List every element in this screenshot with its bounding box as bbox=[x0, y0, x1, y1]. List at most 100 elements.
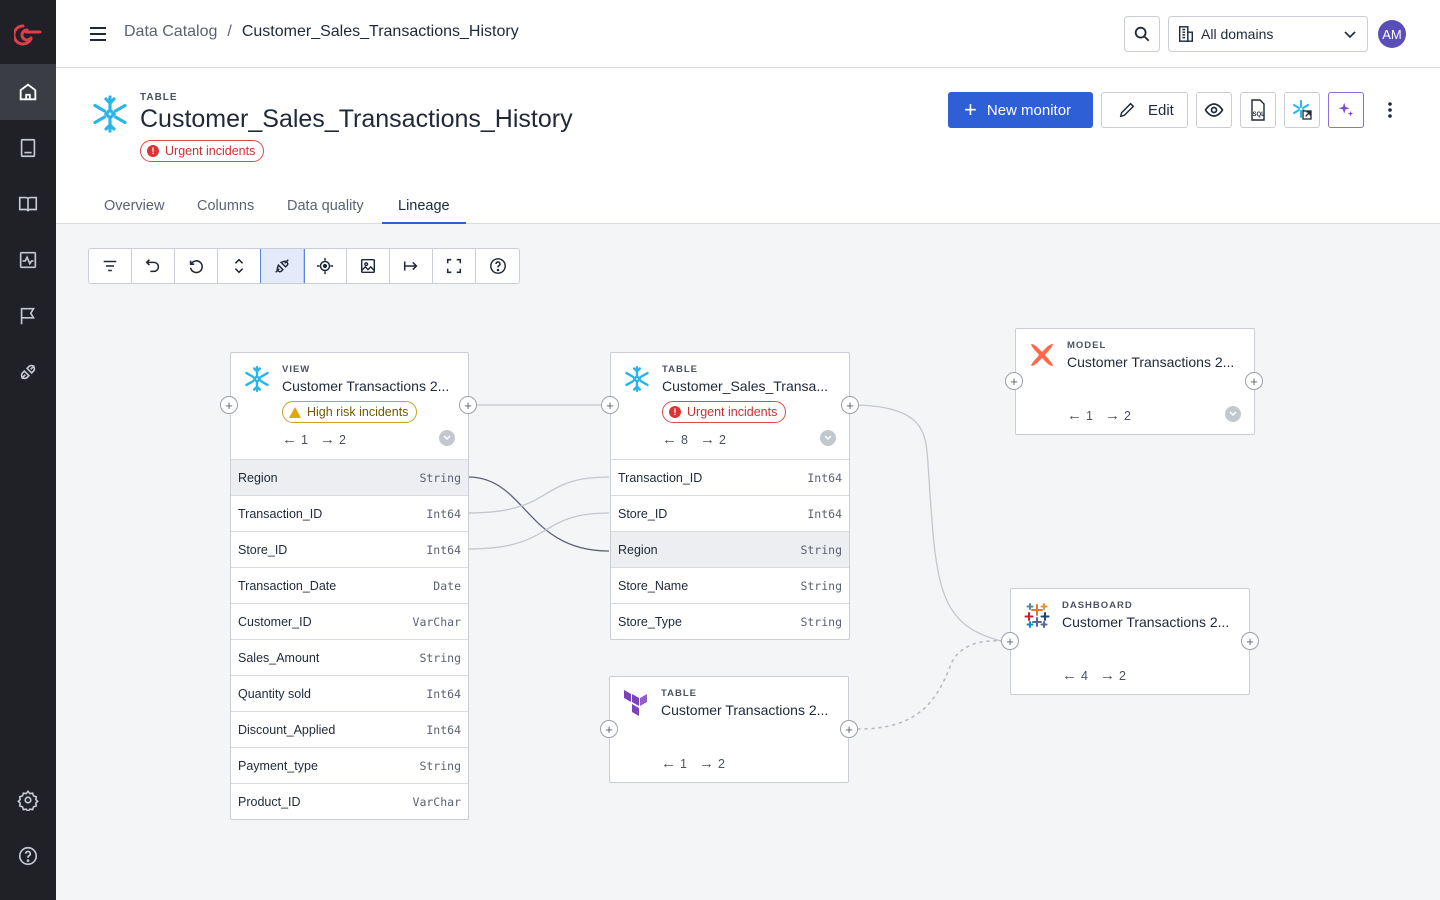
column-row[interactable]: Store_Name String bbox=[611, 567, 849, 603]
breadcrumb-root[interactable]: Data Catalog bbox=[124, 23, 217, 40]
direction-button[interactable] bbox=[390, 249, 433, 283]
sidebar-item-incidents[interactable] bbox=[0, 288, 56, 344]
downstream-count[interactable]: → 2 bbox=[1105, 407, 1131, 424]
downstream-count[interactable]: → 2 bbox=[320, 431, 346, 448]
home-icon bbox=[19, 83, 37, 101]
column-row[interactable]: Store_Type String bbox=[611, 603, 849, 639]
sql-button[interactable]: SQL bbox=[1240, 92, 1276, 128]
column-row[interactable]: Discount_Applied Int64 bbox=[231, 711, 468, 747]
sidebar-item-integrations[interactable] bbox=[0, 344, 56, 400]
image-export-button[interactable] bbox=[347, 249, 390, 283]
tab-lineage[interactable]: Lineage bbox=[382, 190, 466, 224]
chevron-down-icon[interactable] bbox=[1225, 406, 1241, 422]
open-in-snowflake-button[interactable] bbox=[1284, 92, 1320, 128]
urgent-incidents-badge[interactable]: ! Urgent incidents bbox=[662, 401, 787, 423]
lineage-node-model[interactable]: MODEL Customer Transactions 2... ← 1 → 2 bbox=[1015, 328, 1255, 435]
lineage-node-view[interactable]: VIEW Customer Transactions 2... High ris… bbox=[230, 352, 469, 820]
expand-downstream-button[interactable]: + bbox=[841, 396, 859, 414]
sidebar bbox=[0, 0, 56, 900]
downstream-count[interactable]: → 2 bbox=[699, 755, 725, 772]
expand-downstream-button[interactable]: + bbox=[840, 720, 858, 738]
focus-button[interactable] bbox=[304, 249, 347, 283]
direction-icon bbox=[403, 261, 418, 271]
sidebar-item-help[interactable] bbox=[0, 828, 56, 884]
reset-button[interactable] bbox=[175, 249, 218, 283]
tableau-icon bbox=[1024, 603, 1050, 628]
column-row[interactable]: Transaction_ID Int64 bbox=[231, 495, 468, 531]
more-options-icon[interactable] bbox=[1380, 98, 1400, 122]
menu-icon[interactable] bbox=[88, 24, 108, 44]
expand-upstream-button[interactable]: + bbox=[1005, 372, 1023, 390]
expand-upstream-button[interactable]: + bbox=[220, 396, 238, 414]
sidebar-item-settings[interactable] bbox=[0, 772, 56, 828]
expand-upstream-button[interactable]: + bbox=[1001, 632, 1019, 650]
node-counts: ← 1 → 2 bbox=[282, 431, 346, 448]
column-type: VarChar bbox=[412, 614, 461, 629]
arrow-right-icon: → bbox=[1099, 667, 1115, 684]
expand-downstream-button[interactable]: + bbox=[459, 396, 477, 414]
column-row[interactable]: Store_ID Int64 bbox=[231, 531, 468, 567]
column-name: Payment_type bbox=[238, 758, 318, 773]
search-icon bbox=[1134, 26, 1150, 42]
column-row[interactable]: Quantity sold Int64 bbox=[231, 675, 468, 711]
filter-button[interactable] bbox=[89, 249, 132, 283]
node-counts: ← 8 → 2 bbox=[662, 431, 726, 448]
breadcrumb-separator: / bbox=[227, 23, 232, 40]
fullscreen-button[interactable] bbox=[433, 249, 476, 283]
column-row[interactable]: Region String bbox=[231, 459, 468, 495]
column-name: Store_ID bbox=[618, 506, 668, 521]
column-row[interactable]: Product_ID VarChar bbox=[231, 783, 468, 819]
domain-select[interactable]: All domains bbox=[1168, 16, 1368, 52]
high-risk-badge[interactable]: High risk incidents bbox=[282, 401, 418, 423]
tab-columns[interactable]: Columns bbox=[181, 190, 270, 223]
edit-button[interactable]: Edit bbox=[1101, 92, 1188, 128]
column-type: Int64 bbox=[807, 506, 842, 521]
undo-icon bbox=[145, 259, 160, 273]
chevron-down-icon[interactable] bbox=[820, 430, 836, 446]
filter-icon bbox=[103, 260, 117, 272]
avatar[interactable]: AM bbox=[1378, 20, 1406, 48]
ai-assistant-button[interactable] bbox=[1328, 92, 1364, 128]
column-lineage-button[interactable] bbox=[260, 249, 305, 283]
node-kind: MODEL bbox=[1067, 340, 1107, 351]
help-button[interactable] bbox=[476, 249, 519, 283]
urgent-incidents-badge[interactable]: ! Urgent incidents bbox=[140, 140, 265, 162]
expand-downstream-button[interactable]: + bbox=[1241, 632, 1259, 650]
chevron-down-icon[interactable] bbox=[439, 430, 455, 446]
upstream-count[interactable]: ← 1 bbox=[1067, 407, 1093, 424]
column-row[interactable]: Region String bbox=[611, 531, 849, 567]
lineage-node-table-terraform[interactable]: TABLE Customer Transactions 2... ← 1 → 2 bbox=[609, 676, 849, 783]
app-logo-icon[interactable] bbox=[14, 22, 42, 48]
sidebar-item-catalog[interactable] bbox=[0, 120, 56, 176]
sidebar-item-docs[interactable] bbox=[0, 176, 56, 232]
watch-button[interactable] bbox=[1196, 92, 1232, 128]
column-row[interactable]: Transaction_ID Int64 bbox=[611, 459, 849, 495]
column-name: Customer_ID bbox=[238, 614, 312, 629]
column-row[interactable]: Payment_type String bbox=[231, 747, 468, 783]
column-row[interactable]: Store_ID Int64 bbox=[611, 495, 849, 531]
expand-upstream-button[interactable]: + bbox=[601, 396, 619, 414]
column-row[interactable]: Transaction_Date Date bbox=[231, 567, 468, 603]
upstream-count[interactable]: ← 1 bbox=[661, 755, 687, 772]
breadcrumb-current: Customer_Sales_Transactions_History bbox=[241, 23, 519, 40]
downstream-count[interactable]: → 2 bbox=[1100, 667, 1126, 684]
expand-collapse-button[interactable] bbox=[218, 249, 261, 283]
sidebar-item-home[interactable] bbox=[0, 64, 56, 120]
tab-overview[interactable]: Overview bbox=[88, 190, 180, 223]
lineage-node-table-main[interactable]: TABLE Customer_Sales_Transa... ! Urgent i… bbox=[610, 352, 850, 640]
lineage-node-dashboard[interactable]: DASHBOARD Customer Transactions 2... ← 4 … bbox=[1010, 588, 1250, 695]
undo-button[interactable] bbox=[132, 249, 175, 283]
expand-downstream-button[interactable]: + bbox=[1245, 372, 1263, 390]
search-button[interactable] bbox=[1124, 16, 1160, 52]
upstream-count[interactable]: ← 8 bbox=[662, 431, 688, 448]
tab-data-quality[interactable]: Data quality bbox=[271, 190, 380, 223]
column-row[interactable]: Sales_Amount String bbox=[231, 639, 468, 675]
new-monitor-button[interactable]: + New monitor bbox=[948, 92, 1093, 128]
upstream-count[interactable]: ← 4 bbox=[1062, 667, 1088, 684]
sidebar-item-monitors[interactable] bbox=[0, 232, 56, 288]
upstream-count[interactable]: ← 1 bbox=[282, 431, 308, 448]
expand-upstream-button[interactable]: + bbox=[600, 720, 618, 738]
column-row[interactable]: Customer_ID VarChar bbox=[231, 603, 468, 639]
downstream-count[interactable]: → 2 bbox=[700, 431, 726, 448]
lineage-canvas[interactable]: VIEW Customer Transactions 2... High ris… bbox=[56, 224, 1440, 900]
